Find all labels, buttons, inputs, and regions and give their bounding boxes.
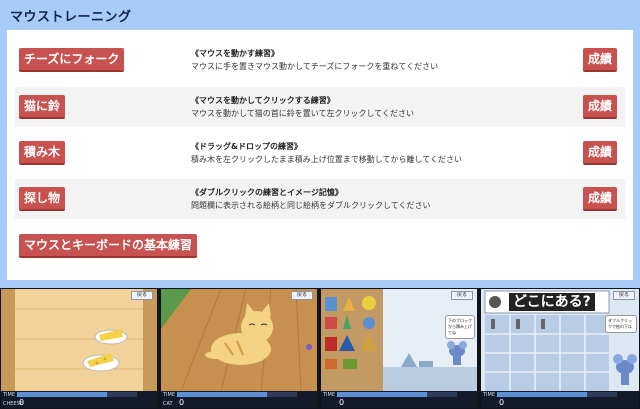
time-label: TIME <box>3 392 16 398</box>
lesson-title: 《ダブルクリックの練習とイメージ記憶》 <box>191 188 343 197</box>
lesson-row-cat: 猫に鈴 《マウスを動かしてクリックする練習》 マウスを動かして猫の首に鈴を置いて… <box>15 87 625 127</box>
blocks-count: 0 <box>339 398 345 407</box>
back-button[interactable]: 戻る <box>613 291 635 300</box>
blocks-button[interactable]: 積み木 <box>19 141 66 165</box>
back-button[interactable]: 戻る <box>131 291 153 300</box>
status-bar: TIME 0 <box>481 391 639 408</box>
cat-scene-image <box>161 289 317 392</box>
status-bar: TIME CHEESE 0 <box>1 391 157 408</box>
cat-bell-button[interactable]: 猫に鈴 <box>19 95 66 119</box>
search-count: 0 <box>499 398 505 407</box>
lesson-title: 《マウスを動かしてクリックする練習》 <box>191 96 335 105</box>
basic-practice-button[interactable]: マウスとキーボードの基本練習 <box>19 234 198 258</box>
time-progress-bar <box>177 392 297 397</box>
cat-label: CAT <box>163 401 173 407</box>
question-banner: どこにある? <box>509 293 595 311</box>
time-label: TIME <box>323 392 336 398</box>
time-progress-fill <box>497 392 587 397</box>
lesson-title: 《マウスを動かす練習》 <box>191 49 279 58</box>
time-progress-fill <box>177 392 267 397</box>
back-button[interactable]: 戻る <box>291 291 313 300</box>
status-bar: TIME 0 <box>321 391 477 408</box>
lesson-description: マウスを動かして猫の首に鈴を置いて左クリックしてください <box>191 109 415 118</box>
main-panel: マウストレーニング チーズにフォーク 《マウスを動かす練習》 マウスに手を置きマ… <box>0 0 640 288</box>
lesson-description: 問題欄に表示される絵柄と同じ絵柄をダブルクリックしてください <box>191 201 431 210</box>
blocks-scene-image <box>321 289 477 391</box>
time-progress-bar <box>17 392 137 397</box>
time-progress-bar <box>497 392 617 397</box>
lesson-row-cheese: チーズにフォーク 《マウスを動かす練習》 マウスに手を置きマウス動かしてチーズに… <box>15 40 625 80</box>
hint-speech-bubble: 下のブロックから積み上げてね <box>445 315 475 339</box>
status-bar: TIME CAT 0 <box>161 391 317 408</box>
lesson-card: チーズにフォーク 《マウスを動かす練習》 マウスに手を置きマウス動かしてチーズに… <box>7 30 633 280</box>
app-title: マウストレーニング <box>10 10 132 25</box>
cheese-fork-button[interactable]: チーズにフォーク <box>19 48 125 72</box>
lesson-title: 《ドラッグ&ドロップの練習》 <box>191 142 302 151</box>
lesson-description: マウスに手を置きマウス動かしてチーズにフォークを重ねてください <box>191 62 439 71</box>
lesson-description: 積み木を左クリックしたまま積み上げ位置まで移動してから離してください <box>191 155 463 164</box>
search-button[interactable]: 探し物 <box>19 187 66 211</box>
screen-cheese: 戻る TIME CHEESE 0 <box>1 289 157 408</box>
time-label: TIME <box>163 392 176 398</box>
cheese-count: 0 <box>19 398 25 407</box>
score-button-search[interactable]: 成績 <box>582 187 617 211</box>
lesson-row-blocks: 積み木 《ドラッグ&ドロップの練習》 積み木を左クリックしたまま積み上げ位置まで… <box>15 133 625 173</box>
screen-search: どこにある? ダブルクリックで絵の下は 戻る TIME 0 <box>481 289 639 408</box>
cheese-scene-image <box>1 289 157 391</box>
screenshot-strip: 戻る TIME CHEESE 0 戻る TIME CAT 0 下のブロックから積… <box>0 288 640 409</box>
back-button[interactable]: 戻る <box>451 291 473 300</box>
time-label: TIME <box>483 392 496 398</box>
score-button-cheese[interactable]: 成績 <box>582 48 617 72</box>
hint-speech-bubble: ダブルクリックで絵の下は <box>605 315 637 333</box>
score-button-cat[interactable]: 成績 <box>582 95 617 119</box>
time-progress-bar <box>337 392 457 397</box>
screen-blocks: 下のブロックから積み上げてね 戻る TIME 0 <box>321 289 477 408</box>
lesson-row-search: 探し物 《ダブルクリックの練習とイメージ記憶》 問題欄に表示される絵柄と同じ絵柄… <box>15 179 625 219</box>
cat-count: 0 <box>179 398 185 407</box>
screen-cat: 戻る TIME CAT 0 <box>161 289 317 408</box>
time-progress-fill <box>337 392 427 397</box>
time-progress-fill <box>17 392 107 397</box>
score-button-blocks[interactable]: 成績 <box>582 141 617 165</box>
